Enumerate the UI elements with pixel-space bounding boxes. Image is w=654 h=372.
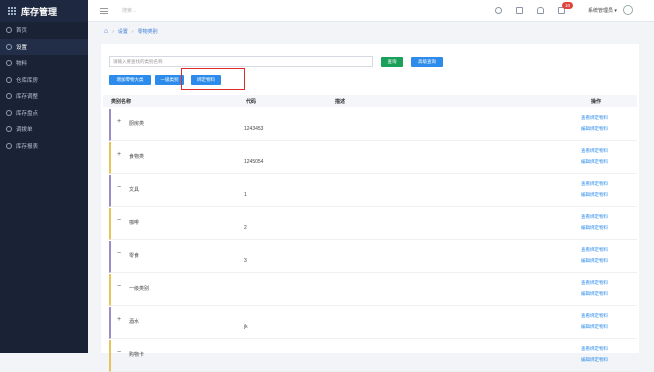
category-code: 2 [244, 225, 247, 231]
edit-bound-link[interactable]: 编辑绑定物料 [581, 126, 608, 132]
home-icon [6, 27, 12, 34]
warehouse-icon [6, 76, 12, 83]
global-search-input[interactable]: 搜索... [122, 7, 136, 14]
table-row: − 购物卡 查看绑定物料 编辑绑定物料 [109, 340, 637, 372]
breadcrumb-item: 零物类别 [137, 29, 158, 35]
col-header-desc: 描述 [335, 99, 346, 105]
breadcrumb: ⌂ › 设置 › 零物类别 [104, 28, 158, 35]
clipboard-icon [6, 109, 12, 116]
breadcrumb-item[interactable]: 设置 [118, 28, 128, 35]
table-row: − 咖啡 2 查看绑定物料 编辑绑定物料 [109, 208, 637, 240]
report-icon [6, 142, 12, 149]
expand-toggle-icon[interactable]: − [117, 250, 121, 257]
view-bound-link[interactable]: 查看绑定物料 [581, 313, 608, 319]
main-card: 请输入要查找的类别名称 查询 高级查询 增加零物大类 一级类别 绑定物料 类别名… [101, 44, 639, 372]
sidebar-item[interactable]: 调拨单 [0, 121, 88, 138]
category-name: 文具 [129, 187, 140, 193]
category-name: 一级类别 [129, 286, 150, 292]
sidebar-item[interactable]: 仓库库房 [0, 72, 88, 89]
col-header-code: 代码 [246, 99, 257, 105]
bell-icon[interactable] [537, 7, 544, 14]
table-row: − 零食 3 查看绑定物料 编辑绑定物料 [109, 241, 637, 273]
category-name: 购物卡 [129, 352, 145, 358]
expand-toggle-icon[interactable]: − [117, 184, 121, 191]
category-name: 食物类 [129, 154, 145, 160]
view-bound-link[interactable]: 查看绑定物料 [581, 280, 608, 286]
view-bound-link[interactable]: 查看绑定物料 [581, 181, 608, 187]
expand-toggle-icon[interactable]: − [117, 283, 121, 290]
category-code: 3 [244, 258, 247, 264]
sidebar-item[interactable]: 库存盘点 [0, 105, 88, 122]
hamburger-menu-icon[interactable] [100, 7, 108, 14]
transfer-icon [6, 126, 12, 133]
topbar: 搜索... 10 系统管理员 ▾ [88, 0, 654, 22]
category-name: 厨房类 [129, 121, 145, 127]
edit-bound-link[interactable]: 编辑绑定物料 [581, 192, 608, 198]
apps-grid-icon [8, 7, 16, 15]
sidebar-item[interactable]: 物料 [0, 55, 88, 72]
category-code: 1245054 [244, 159, 264, 165]
edit-bound-link[interactable]: 编辑绑定物料 [581, 225, 608, 231]
category-name: 酒水 [129, 319, 140, 325]
sidebar-item-label: 调拨单 [16, 127, 33, 134]
table-row: + 酒水 jk 查看绑定物料 编辑绑定物料 [109, 307, 637, 339]
avatar[interactable] [623, 5, 633, 15]
sidebar-item-label: 物料 [16, 61, 28, 68]
sidebar-item-label: 仓库库房 [16, 77, 39, 84]
app-title: 库存管理 [21, 6, 58, 17]
view-bound-link[interactable]: 查看绑定物料 [581, 247, 608, 253]
col-header-action: 操作 [591, 99, 602, 105]
query-button[interactable]: 查询 [381, 57, 403, 67]
sidebar: 库存管理 首页设置物料仓库库房库存调整库存盘点调拨单库存报表 [0, 0, 88, 353]
add-category-button[interactable]: 增加零物大类 [109, 75, 151, 85]
edit-bound-link[interactable]: 编辑绑定物料 [581, 159, 608, 165]
expand-toggle-icon[interactable]: + [117, 316, 121, 323]
view-bound-link[interactable]: 查看绑定物料 [581, 214, 608, 220]
adjust-icon [6, 93, 12, 100]
edit-bound-link[interactable]: 编辑绑定物料 [581, 324, 608, 330]
table-header: 类别名称 代码 描述 操作 [103, 95, 637, 107]
view-bound-link[interactable]: 查看绑定物料 [581, 148, 608, 154]
expand-toggle-icon[interactable]: − [117, 217, 121, 224]
sidebar-item[interactable]: 库存报表 [0, 138, 88, 155]
gear-icon [6, 43, 12, 50]
edit-bound-link[interactable]: 编辑绑定物料 [581, 258, 608, 264]
sidebar-item-label: 库存调整 [16, 94, 39, 101]
sidebar-item-label: 库存报表 [16, 143, 39, 150]
sidebar-item-label: 库存盘点 [16, 110, 39, 117]
table-row: − 文具 1 查看绑定物料 编辑绑定物料 [109, 175, 637, 207]
edit-bound-link[interactable]: 编辑绑定物料 [581, 291, 608, 297]
sidebar-item[interactable]: 首页 [0, 22, 88, 39]
user-menu[interactable]: 系统管理员 ▾ [588, 7, 617, 14]
highlight-box [181, 68, 245, 90]
notification-badge: 10 [562, 2, 574, 9]
view-bound-link[interactable]: 查看绑定物料 [581, 115, 608, 121]
sidebar-item[interactable]: 库存调整 [0, 88, 88, 105]
expand-toggle-icon[interactable]: + [117, 151, 121, 158]
home-icon[interactable]: ⌂ [104, 28, 108, 35]
sidebar-item-label: 首页 [16, 28, 28, 35]
sidebar-item[interactable]: 设置 [0, 38, 88, 55]
category-name: 咖啡 [129, 220, 140, 226]
category-code: 1 [244, 192, 247, 198]
box-icon [6, 60, 12, 67]
category-search-input[interactable]: 请输入要查找的类别名称 [109, 56, 373, 67]
category-name: 零食 [129, 253, 140, 259]
sub-category-button[interactable]: 一级类别 [155, 75, 184, 85]
view-bound-link[interactable]: 查看绑定物料 [581, 346, 608, 352]
col-header-name: 类别名称 [111, 99, 132, 105]
sidebar-item-label: 设置 [16, 44, 28, 51]
expand-toggle-icon[interactable]: + [117, 118, 121, 125]
table-row: − 一级类别 查看绑定物料 编辑绑定物料 [109, 274, 637, 306]
category-code: 1243453 [244, 126, 264, 132]
app-logo: 库存管理 [0, 0, 88, 22]
category-code: jk [244, 324, 248, 330]
grid-icon[interactable] [516, 7, 523, 14]
table-row: + 厨房类 1243453 查看绑定物料 编辑绑定物料 [109, 109, 637, 141]
edit-bound-link[interactable]: 编辑绑定物料 [581, 357, 608, 363]
advanced-query-button[interactable]: 高级查询 [411, 57, 443, 67]
table-row: + 食物类 1245054 查看绑定物料 编辑绑定物料 [109, 142, 637, 174]
home-icon[interactable] [495, 7, 502, 14]
